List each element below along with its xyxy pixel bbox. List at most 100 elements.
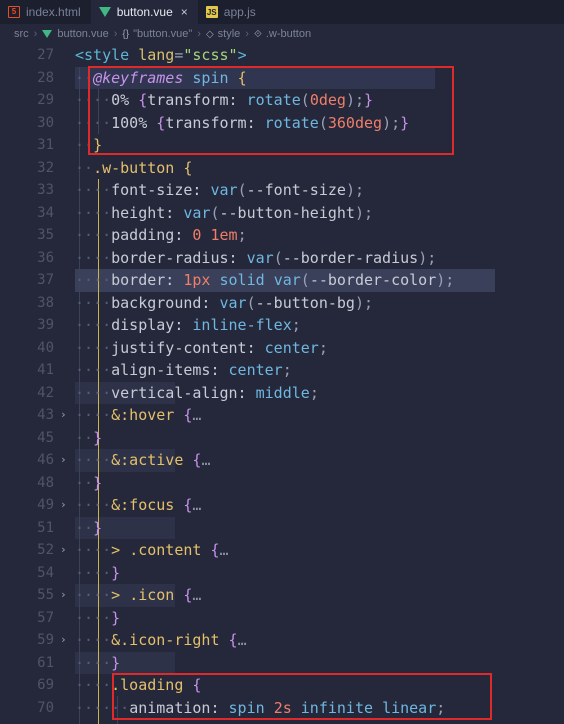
line-number: 30 <box>37 114 54 131</box>
code-line: 54 ····} <box>0 562 564 585</box>
breadcrumb-folder[interactable]: src <box>14 28 29 40</box>
line-text: ··} <box>75 518 103 537</box>
vue-icon <box>42 30 53 38</box>
line-text: ····&.icon-right {… <box>75 631 247 649</box>
line-number: 70 <box>37 699 54 716</box>
line-text: ····} <box>75 608 121 627</box>
chevron-right-icon[interactable]: › <box>60 449 67 472</box>
code-line: 49 › ····&:focus {… <box>0 494 564 517</box>
line-text: ····border: 1px solid var(--border-color… <box>75 271 455 289</box>
code-line: 59 › ····&.icon-right {… <box>0 629 564 652</box>
tab-label: app.js <box>223 5 256 19</box>
chevron-right-icon: › <box>33 28 38 40</box>
code-line: 46 › ····&:active {… <box>0 449 564 472</box>
code-line: 55 › ····> .icon {… <box>0 584 564 607</box>
line-number: 35 <box>37 227 54 243</box>
vue-icon <box>98 6 111 18</box>
code-line: 45 ··} <box>0 427 564 450</box>
line-text: ··} <box>75 473 103 492</box>
line-number: 37 <box>37 272 54 288</box>
line-number: 55 <box>37 587 54 603</box>
line-number: 57 <box>37 609 54 626</box>
line-text: ····> .icon {… <box>75 586 202 604</box>
line-number: 45 <box>37 429 54 446</box>
breadcrumb-file[interactable]: button.vue <box>57 28 108 40</box>
code-line: 52 › ····> .content {… <box>0 539 564 562</box>
code-line: 35 ····padding: 0 1em; <box>0 224 564 247</box>
line-text: ····height: var(--button-height); <box>75 203 374 222</box>
line-text: ····&:active {… <box>75 451 211 469</box>
line-number: 46 <box>37 452 54 468</box>
line-number: 34 <box>37 204 54 221</box>
line-text: ····border-radius: var(--border-radius); <box>75 248 437 267</box>
chevron-right-icon[interactable]: › <box>60 404 67 427</box>
chevron-right-icon: › <box>197 28 201 40</box>
code-line: 51 ··} <box>0 517 564 540</box>
line-number: 43 <box>37 407 54 423</box>
tab-label: button.vue <box>116 5 173 19</box>
breadcrumb-block[interactable]: style <box>218 28 241 40</box>
tab-button-vue[interactable]: button.vue × <box>90 0 198 24</box>
code-line: 43 › ····&:hover {… <box>0 404 564 427</box>
code-line: 57 ····} <box>0 607 564 630</box>
line-text: ····&:hover {… <box>75 406 202 424</box>
line-text: ····vertical-align: middle; <box>75 383 319 402</box>
chevron-right-icon: › <box>245 28 249 40</box>
chevron-right-icon[interactable]: › <box>60 539 67 562</box>
highlight-box-loading <box>112 673 492 720</box>
line-number: 27 <box>37 47 54 63</box>
line-number: 28 <box>37 69 54 86</box>
breadcrumb-component[interactable]: "button.vue" <box>133 28 192 40</box>
code-line: 39 ····display: inline-flex; <box>0 314 564 337</box>
html5-icon: 5 <box>8 6 20 18</box>
chevron-right-icon: › <box>113 28 118 40</box>
line-number: 41 <box>37 362 54 378</box>
code-line: 37 ····border: 1px solid var(--border-co… <box>0 269 564 292</box>
code-line: 61 ····} <box>0 652 564 675</box>
line-number: 61 <box>37 654 54 671</box>
line-number: 36 <box>37 249 54 266</box>
code-line: 42 ····vertical-align: middle; <box>0 382 564 405</box>
line-text: ··} <box>75 428 103 447</box>
line-text: <style lang="scss"> <box>75 46 247 64</box>
line-text: ····align-items: center; <box>75 361 292 379</box>
code-line: 38 ····background: var(--button-bg); <box>0 292 564 315</box>
js-icon: JS <box>205 6 218 18</box>
code-line: 33 ····font-size: var(--font-size); <box>0 179 564 202</box>
line-number: 38 <box>37 294 54 311</box>
breadcrumb: src › button.vue › {} "button.vue" › ◇ s… <box>0 24 564 44</box>
code-line: 36 ····border-radius: var(--border-radiu… <box>0 247 564 270</box>
style-block-icon: ◇ <box>205 28 214 40</box>
line-text: ····} <box>75 563 121 582</box>
chevron-right-icon[interactable]: › <box>60 584 67 607</box>
line-text: ····font-size: var(--font-size); <box>75 181 364 199</box>
code-line: 27 <style lang="scss"> <box>0 44 564 67</box>
chevron-right-icon[interactable]: › <box>60 629 67 652</box>
code-line: 32 ··.w-button { <box>0 157 564 180</box>
line-number: 48 <box>37 474 54 491</box>
line-number: 32 <box>37 159 54 176</box>
tab-label: index.html <box>26 5 81 19</box>
line-number: 59 <box>37 632 54 648</box>
highlight-box-keyframes <box>88 66 454 155</box>
line-number: 31 <box>37 137 54 153</box>
code-line: 40 ····justify-content: center; <box>0 337 564 360</box>
selector-icon: ⟐ <box>253 28 262 40</box>
line-number: 54 <box>37 564 54 581</box>
code-line: 41 ····align-items: center; <box>0 359 564 382</box>
chevron-right-icon[interactable]: › <box>60 494 67 517</box>
line-text: ····justify-content: center; <box>75 338 328 357</box>
breadcrumb-selector[interactable]: .w-button <box>266 28 311 40</box>
line-number: 51 <box>37 519 54 536</box>
line-text: ····padding: 0 1em; <box>75 226 247 244</box>
close-icon[interactable]: × <box>181 5 188 19</box>
editor-tab-bar: 5 index.html button.vue × JS app.js <box>0 0 564 24</box>
line-text: ····} <box>75 653 121 672</box>
code-line: 34 ····height: var(--button-height); <box>0 202 564 225</box>
tab-index-html[interactable]: 5 index.html <box>0 0 91 24</box>
line-number: 40 <box>37 339 54 356</box>
code-editor[interactable]: 27 <style lang="scss"> 28 ··@keyframes s… <box>0 44 564 724</box>
line-text: ··.w-button { <box>75 158 193 177</box>
line-number: 42 <box>37 384 54 401</box>
tab-app-js[interactable]: JS app.js <box>198 0 266 24</box>
